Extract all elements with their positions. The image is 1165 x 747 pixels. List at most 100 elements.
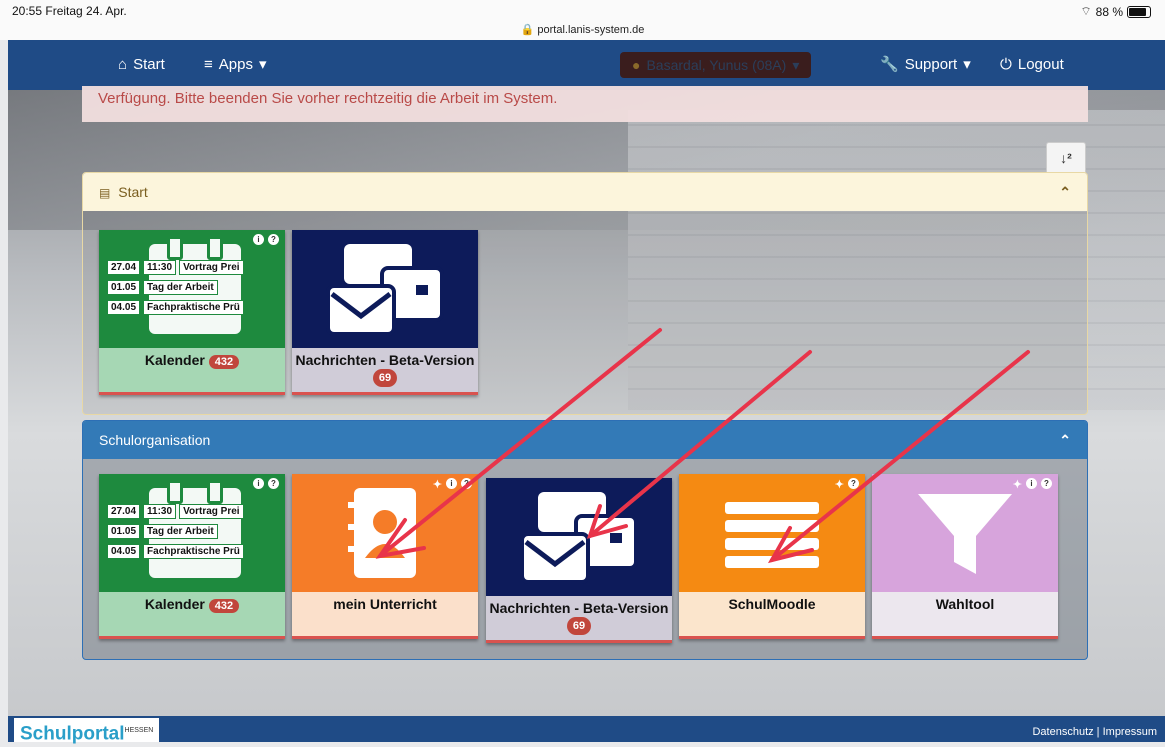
calendar-event: 04.05 Fachpraktische Prü [107,300,283,315]
tile-top: ✦ ? [679,474,865,592]
tile-nachrichten-school[interactable]: Nachrichten - Beta-Version 69 [486,478,672,643]
nav-support-label: Support [904,56,958,73]
tile-top: i ? 27.04 11:30 Vortrag Prei 01.05 Tag d… [99,230,285,348]
power-icon: ⏻ [1000,56,1012,73]
tile-label: Kalender 432 [99,348,285,392]
chevron-up-icon[interactable]: ⌃ [1059,421,1071,459]
tile-title: mein Unterricht [333,596,437,612]
tile-kalender-start[interactable]: i ? 27.04 11:30 Vortrag Prei 01.05 Tag d… [99,230,285,395]
tile-label: mein Unterricht [292,592,478,636]
footer: SchulportalHESSEN Datenschutz | Impressu… [8,716,1165,745]
url-text: portal.lanis-system.de [537,24,645,36]
caret-down-icon: ▾ [963,56,971,73]
sort-button[interactable]: ↓² [1046,142,1086,176]
address-bar[interactable]: 🔒 portal.lanis-system.de [0,23,1165,36]
calendar-event: 27.04 11:30 Vortrag Prei [107,504,283,519]
panel-school-title: Schulorganisation [99,432,211,448]
pin-icon[interactable]: ✦ [433,478,442,491]
calendar-event: 27.04 11:30 Vortrag Prei [107,260,283,275]
info-icon[interactable]: i [446,478,457,489]
pin-icon[interactable]: ✦ [835,478,844,491]
event-title: Tag der Arbeit [143,524,218,539]
nav-apps-label: Apps [218,56,253,73]
tile-title: Wahltool [935,596,995,612]
tile-top [486,478,672,596]
event-time: 11:30 [143,504,177,519]
menu-icon: ≡ [204,56,213,73]
event-title: Vortrag Prei [179,504,244,519]
event-title: Tag der Arbeit [143,280,218,295]
status-bar: 20:55 Freitag 24. Apr. 🔒 portal.lanis-sy… [0,0,1165,40]
nav-support[interactable]: 🔧 Support ▾ [880,40,971,90]
contacts-book-icon [348,488,416,578]
tile-icons: i ? [253,478,279,489]
calendar-events: 27.04 11:30 Vortrag Prei 01.05 Tag der A… [107,260,283,320]
tile-top: ✦ i ? [292,474,478,592]
tile-wahltool[interactable]: ✦ i ? Wahltool [872,474,1058,639]
tile-title: SchulMoodle [728,596,816,612]
lock-icon: 🔒 [520,24,535,36]
info-icon[interactable]: i [253,234,264,245]
schulportal-logo[interactable]: SchulportalHESSEN [14,718,160,745]
caret-down-icon: ▾ [258,56,267,73]
tile-label: Wahltool [872,592,1058,636]
count-badge: 432 [208,599,240,613]
info-icon[interactable]: i [1026,478,1037,489]
tile-top [292,230,478,348]
nav-logout[interactable]: ⏻ Logout [1000,40,1064,90]
nav-user-label: Basardal, Yunus (08A) [646,57,787,73]
event-date: 04.05 [107,544,141,559]
panel-start-header[interactable]: ▤ Start ⌃ [83,173,1087,211]
tile-icons: ✦ i ? [1013,478,1052,491]
event-date: 04.05 [107,300,141,315]
logo-text: Schulportal [20,723,125,745]
tile-top: ✦ i ? [872,474,1058,592]
tile-icons: i ? [253,234,279,245]
info-icon[interactable]: i [253,478,264,489]
pin-icon[interactable]: ✦ [1013,478,1022,491]
tile-icons: ✦ ? [835,478,859,491]
nav-user-menu[interactable]: ● Basardal, Yunus (08A) ▾ [620,52,812,78]
filter-icon [918,494,1012,574]
maintenance-alert: Verfügung. Bitte beenden Sie vorher rech… [82,86,1088,122]
calendar-event: 01.05 Tag der Arbeit [107,280,283,295]
calendar-events: 27.04 11:30 Vortrag Prei 01.05 Tag der A… [107,504,283,564]
count-badge: 69 [372,369,398,387]
footer-links[interactable]: Datenschutz | Impressum [1032,726,1157,738]
tile-mein-unterricht[interactable]: ✦ i ? mein Unterricht [292,474,478,639]
panel-start-title: Start [118,184,148,200]
messages-icon [520,492,638,584]
tile-schulmoodle[interactable]: ✦ ? SchulMoodle [679,474,865,639]
nav-apps[interactable]: ≡ Apps ▾ [204,40,267,90]
wrench-icon: 🔧 [880,56,899,73]
help-icon[interactable]: ? [461,478,472,489]
event-date: 27.04 [107,260,141,275]
help-icon[interactable]: ? [268,234,279,245]
panel-school-header[interactable]: Schulorganisation ⌃ [83,421,1087,459]
event-title: Fachpraktische Prü [143,544,244,559]
nav-start-label: Start [133,56,165,73]
logo-sup: HESSEN [124,727,154,734]
tile-icons: ✦ i ? [433,478,472,491]
tile-title: Kalender [144,352,205,368]
calendar-event: 04.05 Fachpraktische Prü [107,544,283,559]
wifi-icon: ⌔ [1080,4,1092,18]
tile-label: Nachrichten - Beta-Version 69 [486,596,672,640]
battery-icon [1127,5,1151,18]
top-navbar: ⌂ Start ≡ Apps ▾ ● Basardal, Yunus (08A)… [8,40,1165,90]
status-time: 20:55 Freitag 24. Apr. [12,4,127,18]
event-date: 27.04 [107,504,141,519]
caret-down-icon: ▾ [792,57,800,73]
chevron-up-icon[interactable]: ⌃ [1059,173,1071,211]
help-icon[interactable]: ? [848,478,859,489]
help-icon[interactable]: ? [1041,478,1052,489]
panel-icon: ▤ [99,186,111,200]
event-date: 01.05 [107,524,141,539]
tile-nachrichten-start[interactable]: Nachrichten - Beta-Version 69 [292,230,478,395]
status-right: ⌔ 88 % [1080,4,1151,19]
nav-start[interactable]: ⌂ Start [118,40,165,90]
help-icon[interactable]: ? [268,478,279,489]
tile-top: i ? 27.04 11:30 Vortrag Prei 01.05 Tag d… [99,474,285,592]
tile-kalender-school[interactable]: i ? 27.04 11:30 Vortrag Prei 01.05 Tag d… [99,474,285,639]
tile-label: Nachrichten - Beta-Version 69 [292,348,478,392]
